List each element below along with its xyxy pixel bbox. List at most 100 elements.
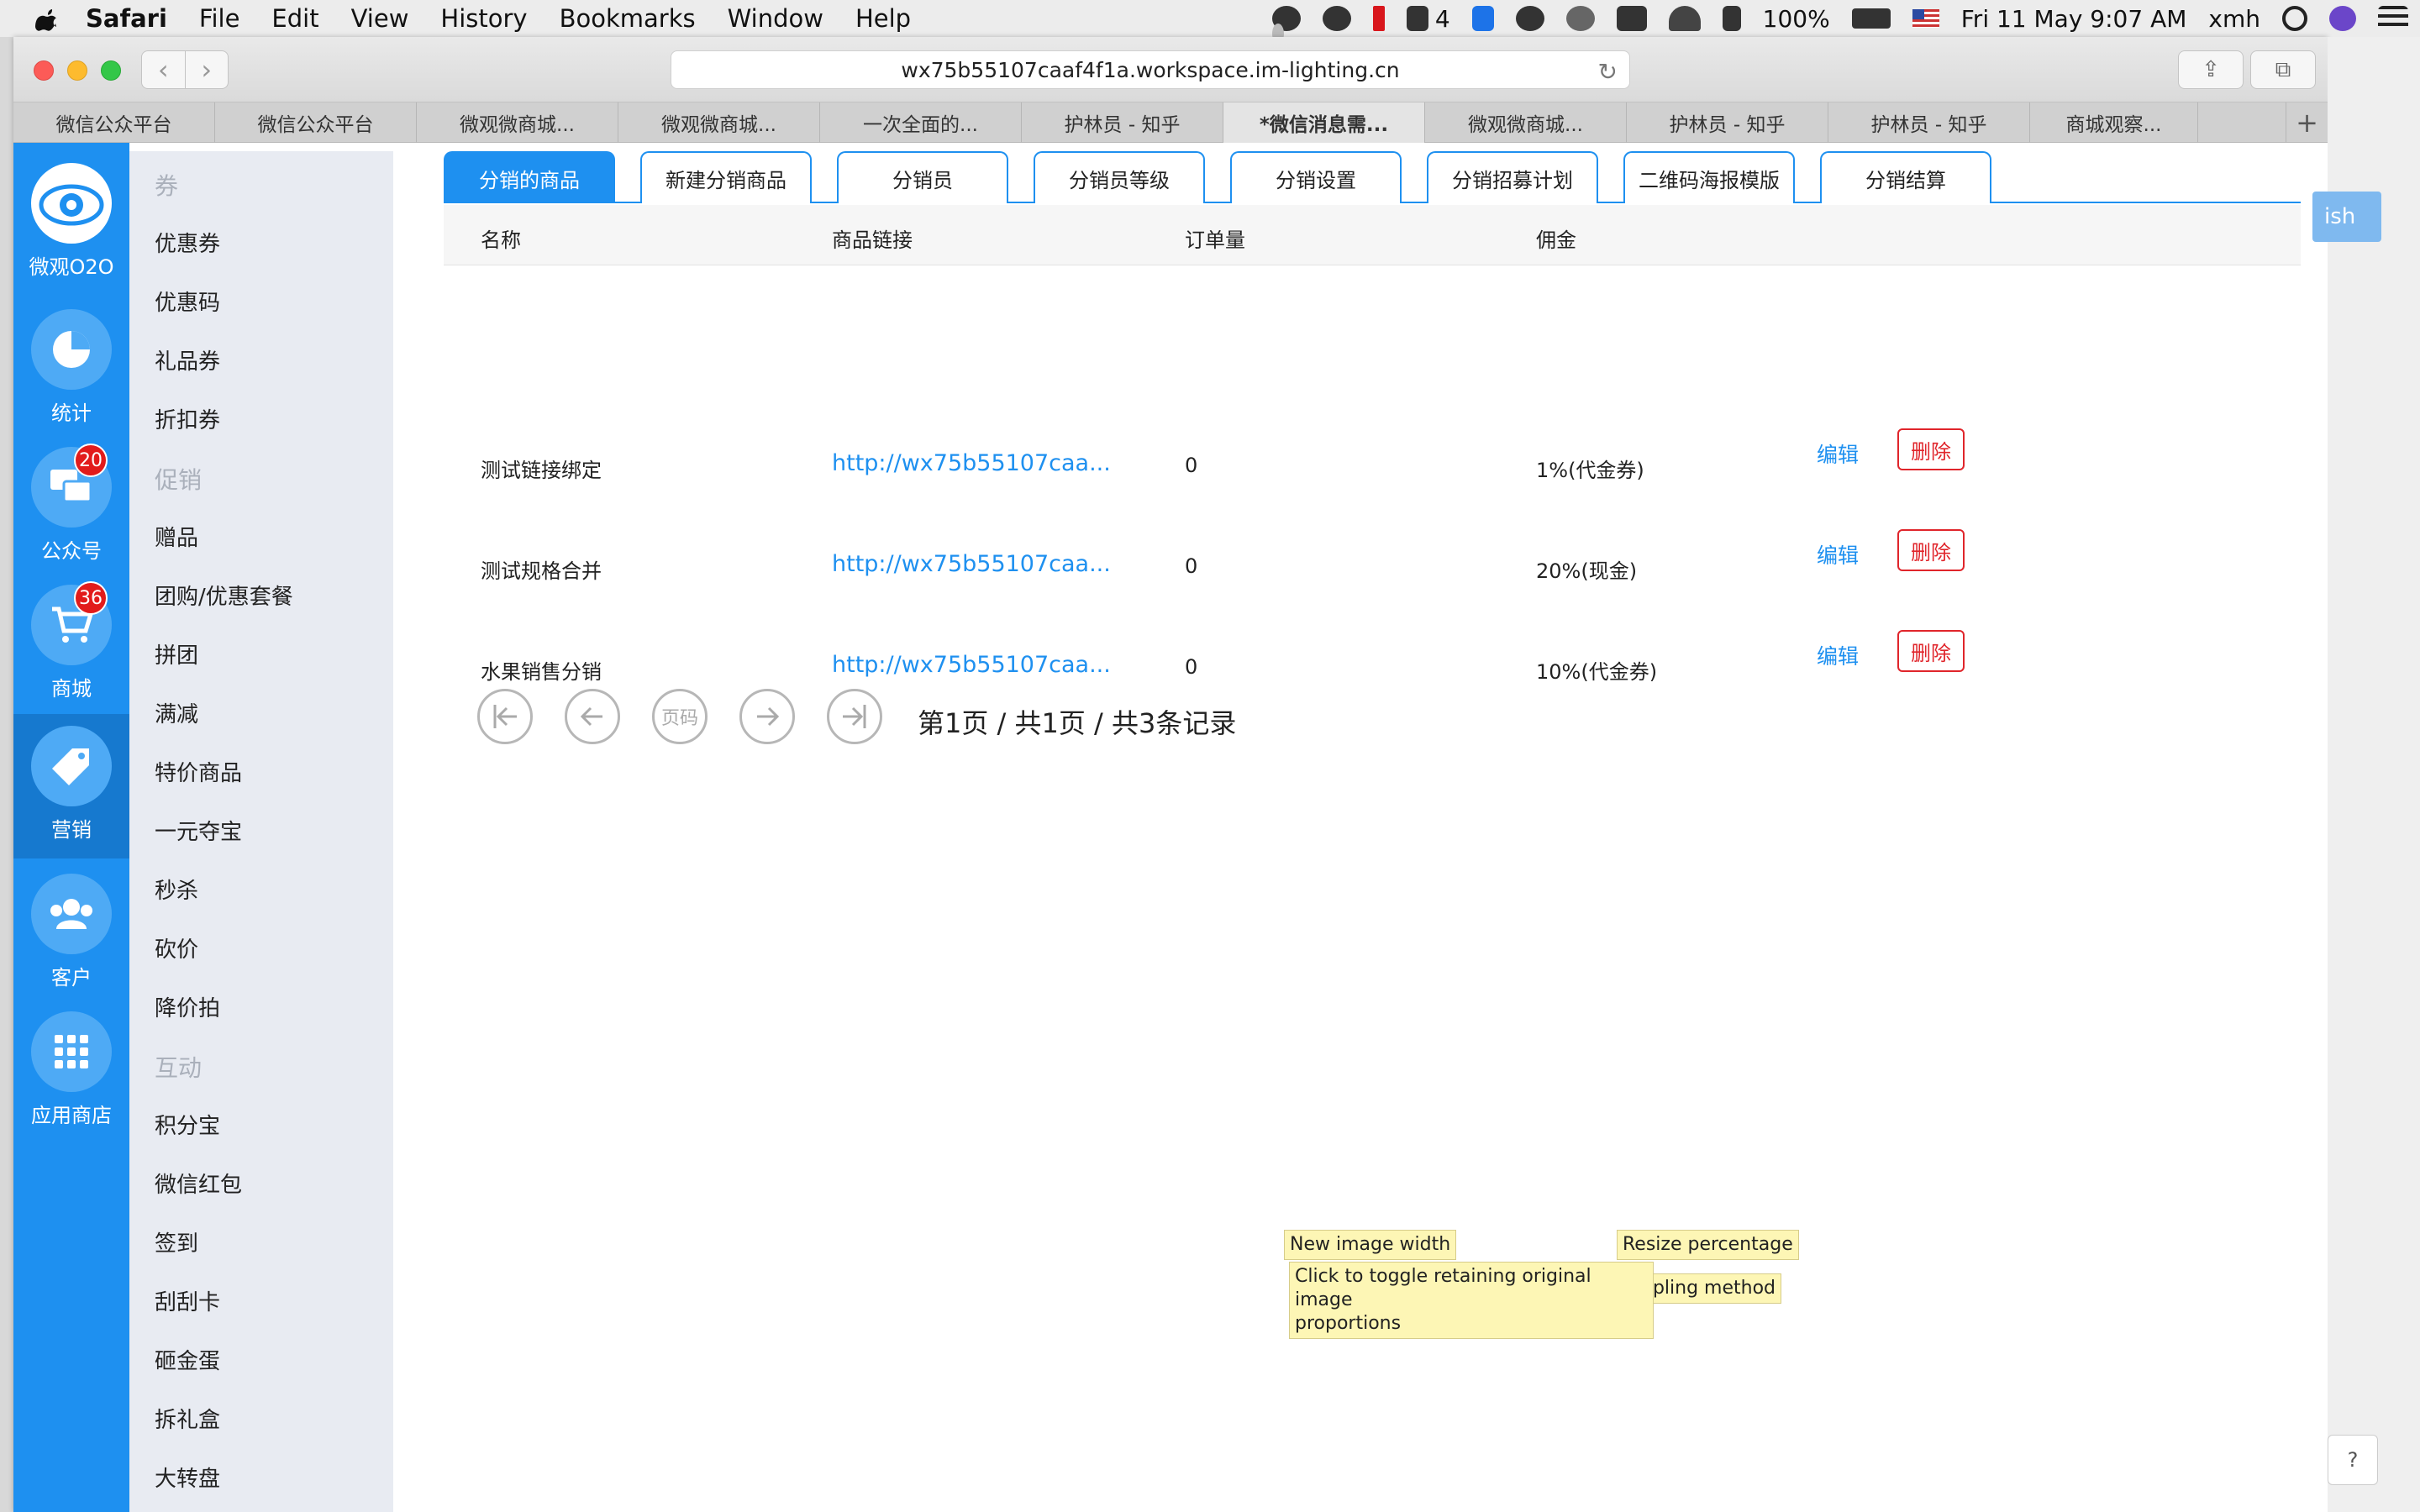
menu-app-name[interactable]: Safari: [86, 4, 167, 33]
submenu-item[interactable]: 拆礼盒: [155, 1403, 220, 1434]
tab-distributor-levels[interactable]: 分销员等级: [1034, 151, 1205, 203]
user-name[interactable]: xmh: [2208, 5, 2260, 33]
delete-button[interactable]: 删除: [1897, 529, 1965, 571]
reload-icon[interactable]: ↻: [1598, 58, 1618, 86]
next-page-button[interactable]: [739, 689, 795, 744]
submenu-item[interactable]: 赠品: [155, 521, 198, 552]
siri-icon[interactable]: [2329, 6, 2356, 31]
qq-icon[interactable]: [1322, 6, 1351, 31]
browser-tab-active[interactable]: *微信消息需...: [1223, 102, 1425, 143]
browser-tab[interactable]: 微观微商城...: [618, 102, 820, 143]
close-window-button[interactable]: [34, 60, 54, 81]
volume-icon[interactable]: [1722, 6, 1741, 31]
browser-tab[interactable]: 护林员 - 知乎: [1828, 102, 2030, 143]
new-tab-button[interactable]: +: [2286, 102, 2328, 143]
nav-customers[interactable]: 客户: [13, 862, 129, 993]
adobe-icon[interactable]: 4: [1406, 5, 1450, 33]
nav-marketing[interactable]: 营销: [13, 714, 129, 858]
spotlight-icon[interactable]: [2282, 6, 2307, 31]
menu-edit[interactable]: Edit: [271, 4, 318, 33]
product-link[interactable]: http://wx75b55107caa...: [832, 551, 1111, 577]
minimize-window-button[interactable]: [67, 60, 87, 81]
previous-page-button[interactable]: [565, 689, 620, 744]
submenu-item[interactable]: 团购/优惠套餐: [155, 580, 293, 611]
browser-tab[interactable]: 护林员 - 知乎: [1022, 102, 1223, 143]
submenu-item[interactable]: 满减: [155, 697, 198, 728]
edit-link[interactable]: 编辑: [1817, 539, 1859, 570]
nav-label: 统计: [51, 402, 92, 425]
battery-icon[interactable]: [1851, 8, 1891, 29]
share-button[interactable]: ⇪: [2178, 50, 2244, 89]
submenu-item[interactable]: 优惠码: [155, 286, 220, 317]
zoom-window-button[interactable]: [101, 60, 121, 81]
submenu-item[interactable]: 优惠券: [155, 227, 220, 258]
nav-official-account[interactable]: 公众号 20: [13, 435, 129, 566]
menu-file[interactable]: File: [199, 4, 240, 33]
wifi-icon[interactable]: [1668, 6, 1701, 31]
browser-tab[interactable]: 微观微商城...: [1425, 102, 1627, 143]
delete-button[interactable]: 删除: [1897, 428, 1965, 470]
page-number-input[interactable]: 页码: [652, 689, 708, 744]
submenu-item[interactable]: 微信红包: [155, 1168, 242, 1199]
menu-help[interactable]: Help: [855, 4, 911, 33]
show-tabs-button[interactable]: ⧉: [2250, 50, 2316, 89]
keyboard-icon[interactable]: [1616, 6, 1647, 31]
menu-history[interactable]: History: [440, 4, 527, 33]
browser-tab[interactable]: 一次全面的...: [820, 102, 1022, 143]
incognito-icon[interactable]: [1515, 6, 1544, 31]
menu-bookmarks[interactable]: Bookmarks: [560, 4, 696, 33]
submenu-item[interactable]: 拼团: [155, 638, 198, 669]
tab-recruitment-plan[interactable]: 分销招募计划: [1427, 151, 1598, 203]
submenu-item[interactable]: 折扣券: [155, 403, 220, 434]
submenu-item[interactable]: 砸金蛋: [155, 1344, 220, 1375]
teamviewer-icon[interactable]: [1471, 6, 1494, 31]
forward-button[interactable]: ›: [184, 51, 229, 88]
product-name: 水果销售分销: [481, 660, 602, 684]
notification-center-icon[interactable]: [2378, 6, 2408, 31]
tab-distributors[interactable]: 分销员: [837, 151, 1008, 203]
help-button[interactable]: ?: [2328, 1435, 2378, 1485]
tab-distribution-settlement[interactable]: 分销结算: [1820, 151, 1991, 203]
browser-tab[interactable]: 微信公众平台: [215, 102, 417, 143]
submenu-item[interactable]: 大转盘: [155, 1462, 220, 1493]
publish-button-partial[interactable]: ish: [2312, 192, 2381, 242]
menu-view[interactable]: View: [351, 4, 409, 33]
menu-window[interactable]: Window: [728, 4, 823, 33]
submenu-item[interactable]: 礼品券: [155, 344, 220, 375]
tab-new-distribution-product[interactable]: 新建分销商品: [640, 151, 812, 203]
submenu-item[interactable]: 降价拍: [155, 991, 220, 1022]
submenu-item[interactable]: 一元夺宝: [155, 815, 242, 846]
clock[interactable]: Fri 11 May 9:07 AM: [1961, 5, 2187, 33]
nav-label: 应用商店: [31, 1104, 112, 1127]
browser-tab[interactable]: 微信公众平台: [13, 102, 215, 143]
back-button[interactable]: ‹: [142, 51, 185, 88]
delete-button[interactable]: 删除: [1897, 630, 1965, 672]
submenu-item[interactable]: 积分宝: [155, 1109, 220, 1140]
product-link[interactable]: http://wx75b55107caa...: [832, 450, 1111, 476]
nav-brand[interactable]: 微观O2O: [13, 151, 129, 282]
us-flag-input-icon[interactable]: [1912, 9, 1939, 28]
nav-mall[interactable]: 商城 36: [13, 573, 129, 704]
browser-tab[interactable]: 护林员 - 知乎: [1627, 102, 1828, 143]
edit-link[interactable]: 编辑: [1817, 438, 1859, 469]
nav-statistics[interactable]: 统计: [13, 297, 129, 428]
submenu-item[interactable]: 刮刮卡: [155, 1285, 220, 1316]
tab-distribution-settings[interactable]: 分销设置: [1230, 151, 1402, 203]
submenu-item[interactable]: 特价商品: [155, 756, 242, 787]
nav-app-store[interactable]: 应用商店: [13, 1000, 129, 1131]
first-page-button[interactable]: [477, 689, 533, 744]
tab-distribution-products[interactable]: 分销的商品: [444, 151, 615, 203]
product-link[interactable]: http://wx75b55107caa...: [832, 652, 1111, 678]
browser-tab[interactable]: 微观微商城...: [417, 102, 618, 143]
time-machine-icon[interactable]: [1565, 6, 1595, 31]
submenu-item[interactable]: 秒杀: [155, 874, 198, 905]
browser-tab[interactable]: 商城观察...: [2030, 102, 2198, 143]
address-bar[interactable]: wx75b55107caaf4f1a.workspace.im-lighting…: [671, 50, 1630, 89]
tab-qr-poster-template[interactable]: 二维码海报模版: [1623, 151, 1795, 203]
edit-link[interactable]: 编辑: [1817, 640, 1859, 670]
pause-icon[interactable]: [1372, 6, 1385, 31]
apple-menu-icon[interactable]: [35, 6, 60, 31]
last-page-button[interactable]: [827, 689, 882, 744]
submenu-item[interactable]: 签到: [155, 1226, 198, 1257]
submenu-item[interactable]: 砍价: [155, 932, 198, 963]
